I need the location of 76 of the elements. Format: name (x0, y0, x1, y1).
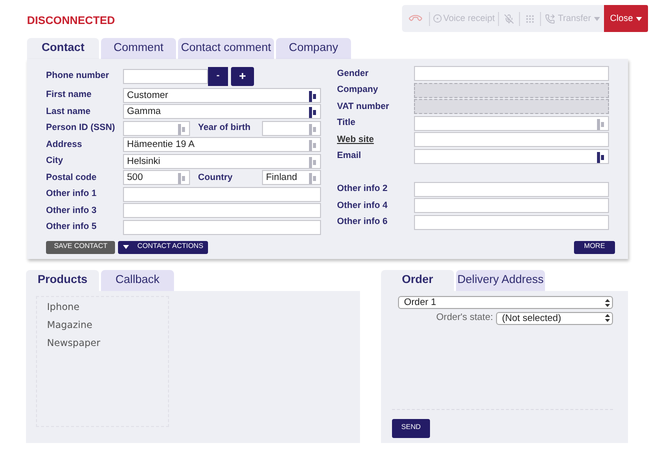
phone-forward-icon (544, 14, 555, 24)
field-label: Postal code (46, 170, 98, 184)
contact-card-icon[interactable] (309, 90, 316, 102)
close-button[interactable]: Close (604, 5, 648, 32)
text-field[interactable] (414, 198, 609, 213)
contact-card-icon[interactable] (309, 107, 316, 118)
text-field[interactable] (414, 116, 609, 130)
text-field[interactable] (123, 220, 321, 234)
field-label: Title (337, 116, 356, 130)
field-label: Other info 1 (46, 187, 98, 200)
field-label: Person ID (SSN) (46, 121, 116, 134)
record-icon (433, 14, 442, 23)
field-value: Helsinki (127, 154, 160, 168)
web-site-link[interactable]: Web site (337, 132, 414, 146)
keypad-icon[interactable] (524, 14, 535, 24)
text-field[interactable]: Customer (123, 88, 321, 102)
tab[interactable]: Callback (101, 270, 174, 291)
tab[interactable]: Delivery Address (456, 270, 545, 291)
text-field[interactable]: Finland (262, 170, 321, 185)
field-label: Gender (337, 66, 370, 80)
field-label: Phone number (46, 69, 110, 82)
select-arrows-icon (605, 314, 610, 322)
text-field[interactable] (123, 120, 190, 136)
field-label: Address (46, 138, 84, 151)
field-label: Country (198, 170, 234, 184)
product-item[interactable]: Newspaper (47, 337, 168, 350)
field-value: Gamma (127, 105, 161, 118)
field-value: Hämeentie 19 A (127, 138, 195, 151)
contact-card-icon[interactable] (597, 152, 604, 162)
product-item[interactable]: Iphone (47, 301, 168, 314)
field-label: Other info 6 (337, 215, 389, 228)
dropdown-button[interactable]: - (208, 66, 228, 86)
caret-icon (123, 245, 130, 249)
order-state-select[interactable]: (Not selected) (496, 312, 613, 325)
tab[interactable]: Contact (27, 38, 99, 59)
text-field[interactable]: 500 (123, 170, 190, 185)
tab[interactable]: Contact comment (178, 38, 274, 59)
field-label: VAT number (337, 100, 390, 113)
text-field[interactable] (414, 148, 609, 164)
text-field[interactable] (414, 132, 609, 147)
field-label: Last name (46, 104, 92, 118)
text-field[interactable]: Gamma (123, 104, 321, 119)
field-value: Customer (127, 88, 168, 102)
field-value: Finland (266, 171, 298, 184)
order-state-label: Order's state: (436, 311, 493, 325)
product-item[interactable]: Magazine (47, 319, 168, 332)
text-field[interactable] (262, 120, 321, 136)
field-label: Other info 3 (46, 204, 98, 217)
field-label: First name (46, 88, 93, 102)
caret-icon (594, 16, 600, 20)
text-field[interactable] (414, 182, 609, 196)
text-field[interactable]: Hämeentie 19 A (123, 137, 321, 152)
tab[interactable]: Comment (101, 38, 176, 59)
field-label: Email (337, 149, 362, 162)
field-label: Other info 4 (337, 198, 389, 212)
tab[interactable]: Order (381, 270, 454, 291)
tab[interactable]: Company (276, 38, 351, 59)
tab[interactable]: Products (26, 270, 99, 291)
select-arrows-icon (605, 298, 610, 306)
text-field[interactable] (414, 214, 609, 230)
field-label: Company (337, 83, 380, 96)
field-label: City (46, 154, 64, 168)
text-field[interactable] (123, 186, 321, 202)
text-field[interactable] (123, 68, 208, 84)
field-value: 500 (127, 171, 143, 184)
field-label: Year of birth (198, 121, 252, 134)
text-field[interactable] (414, 66, 609, 81)
field-label: Other info 5 (46, 220, 98, 234)
microphone-off-icon[interactable] (504, 14, 514, 24)
order-select[interactable]: Order 1 (398, 296, 613, 309)
add-button[interactable]: + (231, 66, 254, 86)
caret-icon (636, 16, 642, 20)
text-field[interactable]: Helsinki (123, 154, 321, 168)
connection-status: DISCONNECTED (27, 14, 116, 29)
text-field[interactable] (123, 203, 321, 218)
field-label: Other info 2 (337, 182, 389, 196)
